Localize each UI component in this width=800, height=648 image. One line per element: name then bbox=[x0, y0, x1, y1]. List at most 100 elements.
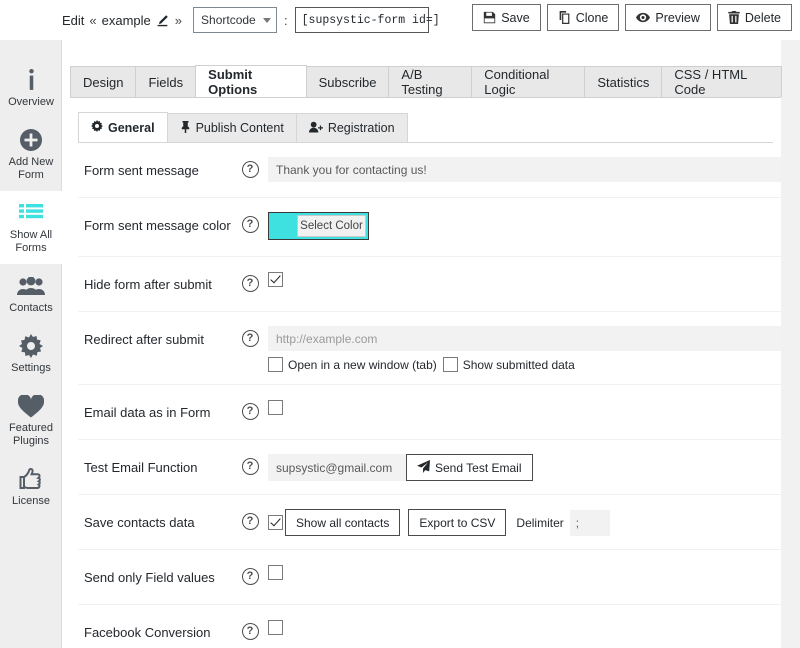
tab-ab-testing[interactable]: A/B Testing bbox=[388, 66, 473, 97]
sidebar-item-overview-label: Overview bbox=[8, 96, 54, 108]
preview-button-label: Preview bbox=[655, 10, 700, 25]
sidebar-item-show-all-forms[interactable]: Show All Forms bbox=[0, 191, 62, 264]
form-name: example bbox=[101, 12, 151, 28]
export-to-csv-button[interactable]: Export to CSV bbox=[408, 509, 507, 536]
send-only-field-values-checkbox[interactable] bbox=[268, 565, 283, 581]
sub-tabs: General Publish Content Registration bbox=[78, 112, 773, 143]
select-color-button[interactable]: Select Color bbox=[297, 215, 366, 237]
subtab-publish-content-label: Publish Content bbox=[195, 121, 284, 135]
sidebar-item-featured-plugins[interactable]: Featured Plugins bbox=[0, 384, 62, 457]
help-icon[interactable]: ? bbox=[241, 216, 259, 233]
sidebar-item-license[interactable]: License bbox=[0, 457, 62, 517]
color-picker[interactable]: Select Color bbox=[268, 212, 369, 240]
shortcode-text: [supsystic-form id= bbox=[301, 13, 433, 27]
save-contacts-data-checkbox[interactable] bbox=[268, 515, 283, 530]
clone-button-label: Clone bbox=[575, 10, 609, 25]
plus-circle-icon bbox=[2, 127, 60, 153]
open-new-window-checkbox[interactable] bbox=[268, 357, 283, 372]
submit-options-form: Form sent message ? Form sent message co… bbox=[78, 143, 781, 648]
tab-fields[interactable]: Fields bbox=[135, 66, 197, 97]
send-icon bbox=[417, 459, 430, 476]
gear-icon bbox=[91, 120, 103, 135]
send-test-email-button[interactable]: Send Test Email bbox=[406, 454, 533, 481]
info-icon bbox=[2, 67, 60, 93]
test-email-function-label: Test Email Function bbox=[84, 460, 198, 475]
help-icon[interactable]: ? bbox=[241, 513, 259, 530]
shortcode-tail: ] bbox=[432, 13, 440, 27]
user-plus-icon bbox=[308, 121, 323, 136]
preview-button[interactable]: Preview bbox=[625, 4, 711, 31]
help-icon[interactable]: ? bbox=[241, 458, 259, 475]
delimiter-input[interactable] bbox=[569, 509, 610, 536]
email-data-as-in-form-checkbox[interactable] bbox=[268, 400, 283, 416]
copy-icon bbox=[558, 11, 571, 24]
open-new-window-option[interactable]: Open in a new window (tab) bbox=[268, 357, 437, 372]
edit-breadcrumb: Edit « example » Shortcode : [supsystic-… bbox=[62, 7, 440, 33]
subtab-general[interactable]: General bbox=[78, 112, 168, 142]
tab-design[interactable]: Design bbox=[70, 66, 137, 97]
sidebar-item-settings[interactable]: Settings bbox=[0, 324, 62, 384]
tab-statistics[interactable]: Statistics bbox=[584, 66, 663, 97]
facebook-conversion-checkbox[interactable] bbox=[268, 620, 283, 636]
redirect-after-submit-control: Open in a new window (tab) Show submitte… bbox=[268, 312, 781, 384]
sidebar-item-contacts[interactable]: Contacts bbox=[0, 264, 62, 324]
redirect-options: Open in a new window (tab) Show submitte… bbox=[268, 357, 781, 372]
show-all-contacts-button[interactable]: Show all contacts bbox=[285, 509, 401, 536]
tab-submit-options[interactable]: Submit Options bbox=[195, 65, 307, 97]
thumbs-up-icon bbox=[2, 466, 60, 492]
subtab-registration[interactable]: Registration bbox=[295, 113, 408, 142]
shortcode-input[interactable]: [supsystic-form id= ] bbox=[294, 7, 440, 33]
help-icon[interactable]: ? bbox=[241, 330, 259, 347]
sidebar-item-overview[interactable]: Overview bbox=[0, 58, 62, 118]
app-window: Edit « example » Shortcode : [supsystic-… bbox=[0, 0, 800, 648]
help-icon[interactable]: ? bbox=[241, 275, 259, 292]
open-new-window-label: Open in a new window (tab) bbox=[288, 357, 437, 372]
delete-button[interactable]: Delete bbox=[716, 4, 792, 31]
facebook-conversion-label: Facebook Conversion bbox=[84, 625, 211, 640]
test-email-function-help: ? bbox=[232, 440, 268, 475]
color-swatch bbox=[269, 213, 297, 239]
shortcode-type-value: Shortcode bbox=[201, 13, 256, 27]
redirect-url-input[interactable] bbox=[268, 326, 781, 351]
help-icon[interactable]: ? bbox=[241, 161, 259, 178]
eye-icon bbox=[636, 11, 651, 24]
sidebar-item-settings-label: Settings bbox=[11, 362, 51, 374]
content-panel: Design Fields Submit Options Subscribe A… bbox=[62, 40, 782, 648]
help-icon[interactable]: ? bbox=[241, 568, 259, 585]
form-sent-message-color-help: ? bbox=[232, 198, 268, 233]
form-sent-message-input[interactable] bbox=[268, 157, 781, 182]
pencil-icon[interactable] bbox=[156, 13, 170, 27]
hide-form-after-submit-label: Hide form after submit bbox=[84, 277, 212, 292]
save-contacts-data-label: Save contacts data bbox=[84, 515, 195, 530]
trash-icon bbox=[728, 11, 740, 24]
form-sent-message-color-label: Form sent message color bbox=[84, 218, 231, 233]
email-data-as-in-form-control bbox=[268, 385, 781, 429]
subtab-publish-content[interactable]: Publish Content bbox=[166, 113, 297, 142]
sidebar-item-featured-plugins-label: Featured Plugins bbox=[8, 422, 54, 447]
hide-form-after-submit-checkbox[interactable] bbox=[268, 272, 283, 288]
email-data-as-in-form-label: Email data as in Form bbox=[84, 405, 211, 420]
show-submitted-data-option[interactable]: Show submitted data bbox=[442, 357, 575, 372]
row-form-sent-message-color: Form sent message color ? Select Color bbox=[78, 198, 781, 257]
help-icon[interactable]: ? bbox=[241, 403, 259, 420]
show-submitted-data-checkbox[interactable] bbox=[442, 357, 458, 372]
help-icon[interactable]: ? bbox=[241, 623, 259, 640]
tab-subscribe[interactable]: Subscribe bbox=[305, 66, 390, 97]
tab-conditional-logic[interactable]: Conditional Logic bbox=[471, 66, 586, 97]
form-sent-message-label: Form sent message bbox=[84, 163, 199, 178]
gear-icon bbox=[2, 333, 60, 359]
hide-form-after-submit-help: ? bbox=[232, 257, 268, 292]
tab-css-html-code[interactable]: CSS / HTML Code bbox=[661, 66, 782, 97]
form-sent-message-help: ? bbox=[232, 143, 268, 178]
save-button[interactable]: Save bbox=[472, 4, 541, 31]
send-test-email-label: Send Test Email bbox=[435, 460, 522, 475]
row-email-data-as-in-form: Email data as in Form ? bbox=[78, 385, 781, 440]
sidebar-item-add-new-form[interactable]: Add New Form bbox=[0, 118, 62, 191]
test-email-function-control: Send Test Email bbox=[268, 440, 781, 493]
test-email-input[interactable] bbox=[268, 454, 406, 481]
clone-button[interactable]: Clone bbox=[546, 4, 620, 31]
send-only-field-values-label: Send only Field values bbox=[84, 570, 215, 585]
sidebar-item-contacts-label: Contacts bbox=[9, 302, 53, 314]
shortcode-type-select[interactable]: Shortcode bbox=[193, 7, 278, 33]
sidebar: Overview Add New Form Show All Forms Con… bbox=[0, 40, 62, 648]
